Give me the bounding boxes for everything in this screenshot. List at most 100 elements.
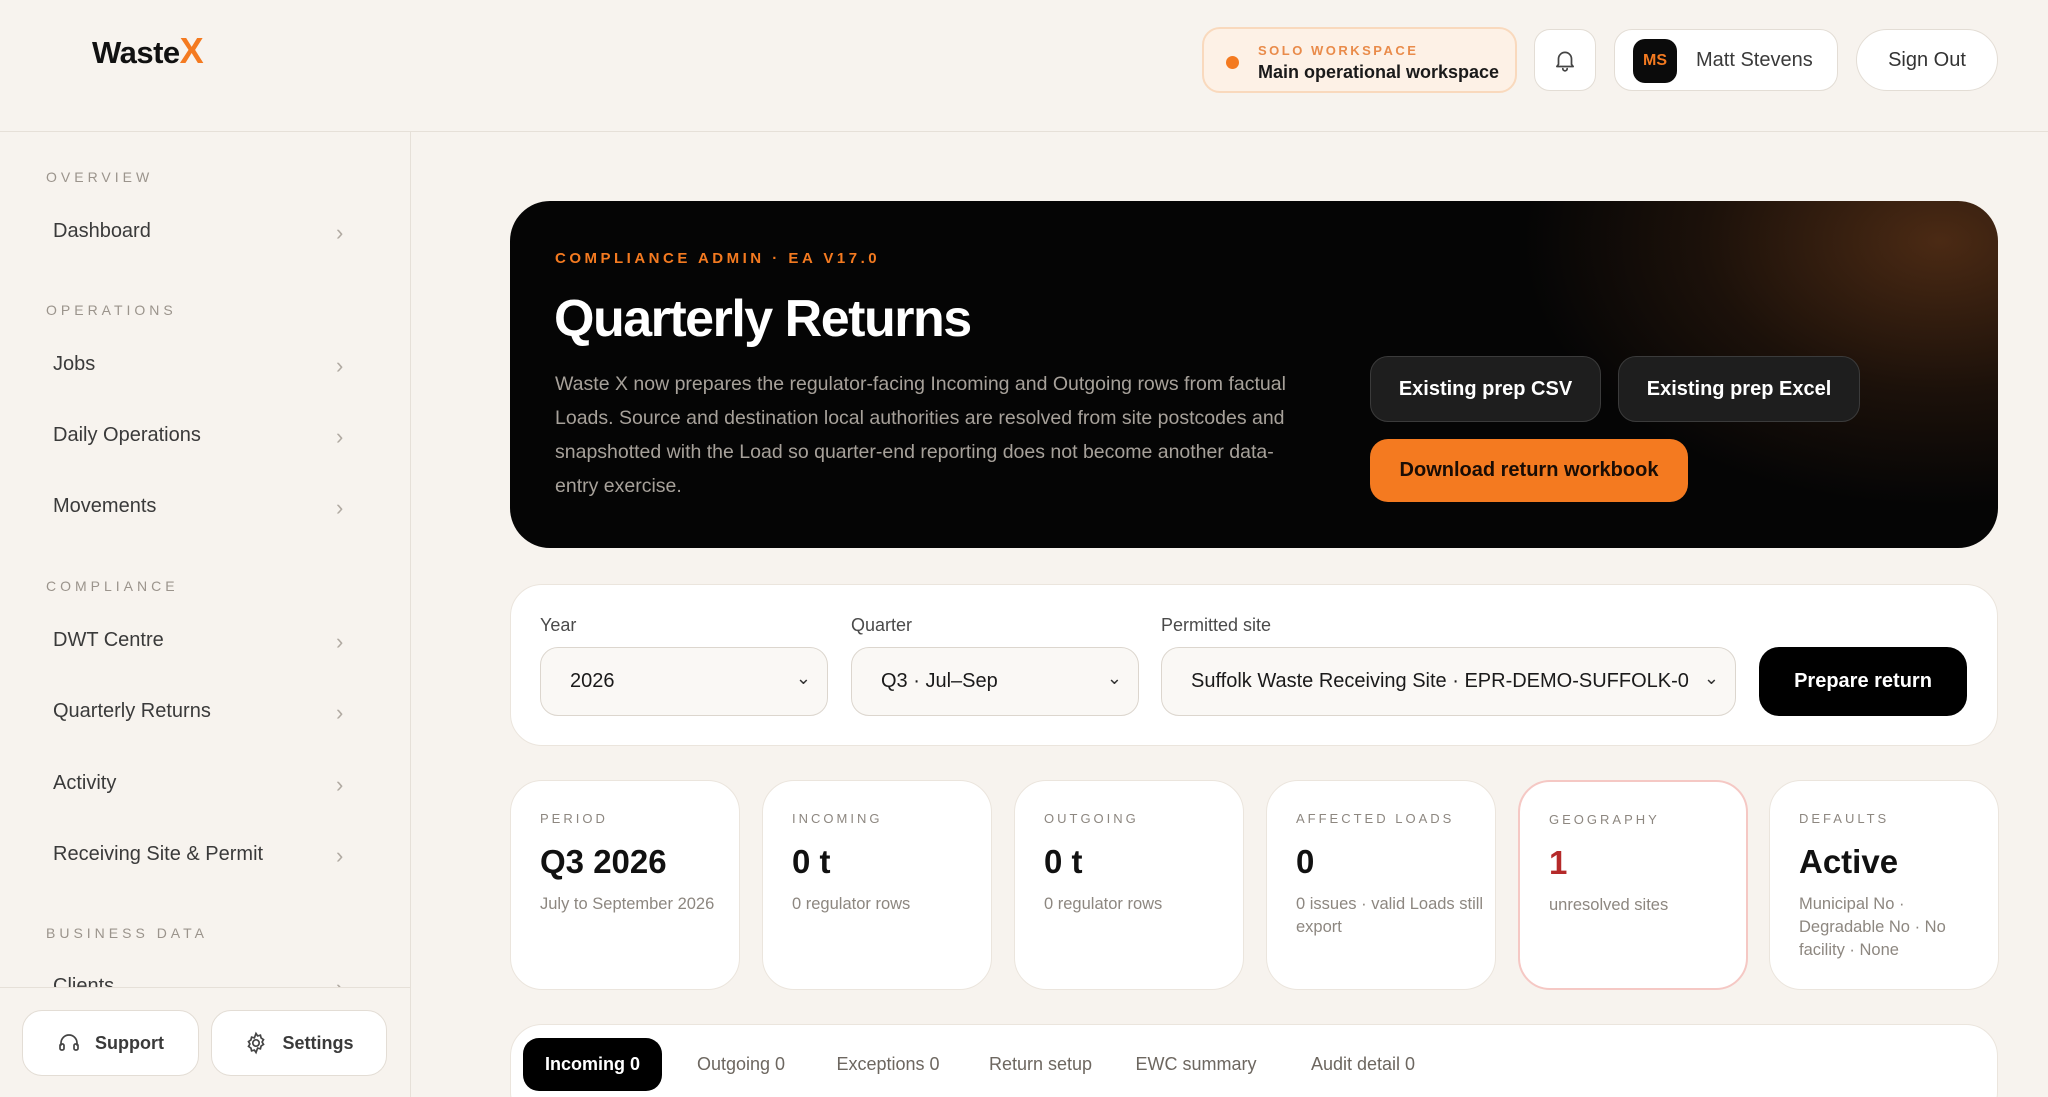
user-menu-button[interactable]: MS Matt Stevens: [1614, 29, 1838, 91]
sidebar-item-quarterly-returns[interactable]: Quarterly Returns ›: [18, 682, 368, 742]
workspace-switcher[interactable]: SOLO WORKSPACE Main operational workspac…: [1202, 27, 1517, 93]
stat-label: OUTGOING: [1044, 811, 1139, 826]
sidebar-item-label: Receiving Site & Permit: [53, 843, 264, 865]
settings-button[interactable]: Settings: [211, 1010, 387, 1076]
stat-value: 0 t: [792, 843, 831, 880]
stat-sub: 0 regulator rows: [792, 895, 911, 913]
year-value: 2026: [570, 670, 615, 692]
stat-card-outgoing: OUTGOING 0 t 0 regulator rows: [1014, 780, 1244, 990]
stat-value: 1: [1549, 844, 1568, 881]
support-label: Support: [95, 1032, 164, 1053]
stat-label: INCOMING: [792, 811, 883, 826]
quarter-select[interactable]: Q3 · Jul–Sep ⌄: [851, 647, 1139, 716]
stat-card-affected-loads: AFFECTED LOADS 0 0 issues · valid Loads …: [1266, 780, 1496, 990]
stat-label: GEOGRAPHY: [1549, 812, 1660, 827]
avatar: MS: [1633, 39, 1677, 83]
stat-value: 0: [1296, 843, 1315, 880]
user-name: Matt Stevens: [1696, 49, 1813, 71]
logo-text: Waste: [92, 35, 180, 70]
filter-card: Year 2026 ⌄ Quarter Q3 · Jul–Sep ⌄ Permi…: [510, 584, 1998, 746]
sidebar-item-activity[interactable]: Activity ›: [18, 754, 368, 814]
workspace-label: SOLO WORKSPACE: [1258, 43, 1419, 58]
year-label: Year: [540, 615, 577, 635]
sidebar-item-label: Jobs: [53, 353, 96, 375]
existing-prep-excel-button[interactable]: Existing prep Excel: [1618, 356, 1860, 422]
site-label: Permitted site: [1161, 615, 1272, 635]
bell-icon: [1556, 51, 1574, 72]
chevron-right-icon: ›: [336, 495, 344, 520]
tab-exceptions[interactable]: Exceptions 0: [817, 1038, 959, 1091]
chevron-right-icon: ›: [336, 220, 344, 245]
tab-return-setup[interactable]: Return setup: [973, 1038, 1108, 1091]
stat-sub: 0 regulator rows: [1044, 895, 1163, 913]
stat-label: DEFAULTS: [1799, 811, 1890, 826]
chevron-right-icon: ›: [336, 843, 344, 868]
tab-audit-detail[interactable]: Audit detail 0: [1282, 1038, 1444, 1091]
sidebar-item-daily-operations[interactable]: Daily Operations ›: [18, 406, 368, 466]
stat-value: 0 t: [1044, 843, 1083, 880]
tab-ewc-summary[interactable]: EWC summary: [1123, 1038, 1269, 1091]
page-title: Quarterly Returns: [554, 290, 972, 348]
stat-label: AFFECTED LOADS: [1296, 811, 1455, 826]
headset-icon: [59, 1034, 79, 1051]
chevron-right-icon: ›: [336, 629, 344, 654]
stat-card-period: PERIOD Q3 2026 July to September 2026: [510, 780, 740, 990]
stat-value: Q3 2026: [540, 843, 667, 880]
chevron-right-icon: ›: [336, 353, 344, 378]
gear-icon: [247, 1031, 266, 1055]
sidebar-item-label: DWT Centre: [53, 629, 164, 651]
existing-prep-csv-button[interactable]: Existing prep CSV: [1370, 356, 1601, 422]
chevron-down-icon: ⌄: [1703, 668, 1719, 688]
sidebar-item-dashboard[interactable]: Dashboard ›: [18, 202, 368, 262]
wastex-logo[interactable]: WasteX: [92, 30, 204, 72]
chevron-right-icon: ›: [336, 700, 344, 725]
chevron-down-icon: ⌄: [1106, 668, 1122, 688]
sidebar-item-receiving-site[interactable]: Receiving Site & Permit ›: [18, 825, 368, 885]
sidebar-item-label: Movements: [53, 495, 157, 517]
tab-outgoing[interactable]: Outgoing 0: [679, 1038, 803, 1091]
tab-incoming[interactable]: Incoming 0: [523, 1038, 662, 1091]
site-value: Suffolk Waste Receiving Site · EPR-DEMO-…: [1191, 670, 1689, 692]
chevron-down-icon: ⌄: [795, 668, 811, 688]
year-select[interactable]: 2026 ⌄: [540, 647, 828, 716]
permitted-site-select[interactable]: Suffolk Waste Receiving Site · EPR-DEMO-…: [1161, 647, 1736, 716]
sidebar-item-jobs[interactable]: Jobs ›: [18, 335, 368, 395]
section-operations: OPERATIONS: [46, 302, 177, 318]
workspace-name: Main operational workspace: [1258, 62, 1500, 82]
sign-out-button[interactable]: Sign Out: [1856, 29, 1998, 91]
hero-banner: COMPLIANCE ADMIN · EA V17.0 Quarterly Re…: [510, 201, 1998, 548]
section-business-data: BUSINESS DATA: [46, 925, 208, 941]
chevron-right-icon: ›: [336, 424, 344, 449]
stat-sub: Municipal No · Degradable No · No facili…: [1799, 895, 1946, 959]
workspace-status-dot: [1226, 56, 1239, 69]
stat-sub: 0 issues · valid Loads still export: [1296, 895, 1484, 936]
section-overview: OVERVIEW: [46, 169, 154, 185]
settings-label: Settings: [282, 1032, 354, 1053]
stat-card-geography: GEOGRAPHY 1 unresolved sites: [1518, 780, 1748, 990]
quarter-value: Q3 · Jul–Sep: [881, 670, 998, 692]
stat-label: PERIOD: [540, 811, 608, 826]
quarter-label: Quarter: [851, 615, 913, 635]
sidebar-item-dwt-centre[interactable]: DWT Centre ›: [18, 611, 368, 671]
hero-eyebrow: COMPLIANCE ADMIN · EA V17.0: [555, 250, 881, 267]
notifications-button[interactable]: [1534, 29, 1596, 91]
return-tabs: Incoming 0 Outgoing 0 Exceptions 0 Retur…: [510, 1024, 1998, 1097]
section-compliance: COMPLIANCE: [46, 578, 179, 594]
stat-card-defaults: DEFAULTS Active Municipal No · Degradabl…: [1769, 780, 1999, 990]
chevron-right-icon: ›: [336, 772, 344, 797]
sidebar: OVERVIEW Dashboard › OPERATIONS Jobs › D…: [0, 132, 411, 1097]
prepare-return-button[interactable]: Prepare return: [1759, 647, 1967, 716]
stat-sub: July to September 2026: [540, 895, 715, 913]
sidebar-item-label: Daily Operations: [53, 424, 201, 446]
sidebar-item-label: Dashboard: [53, 220, 151, 242]
stat-card-incoming: INCOMING 0 t 0 regulator rows: [762, 780, 992, 990]
logo-x: X: [179, 30, 204, 71]
support-button[interactable]: Support: [22, 1010, 199, 1076]
top-bar: WasteX SOLO WORKSPACE Main operational w…: [0, 0, 2048, 132]
sidebar-item-label: Quarterly Returns: [53, 700, 211, 722]
sidebar-item-movements[interactable]: Movements ›: [18, 477, 368, 537]
download-return-workbook-button[interactable]: Download return workbook: [1370, 439, 1688, 502]
hero-description: Waste X now prepares the regulator-facin…: [555, 373, 1286, 497]
stat-value: Active: [1799, 843, 1899, 880]
sidebar-item-label: Activity: [53, 772, 117, 794]
